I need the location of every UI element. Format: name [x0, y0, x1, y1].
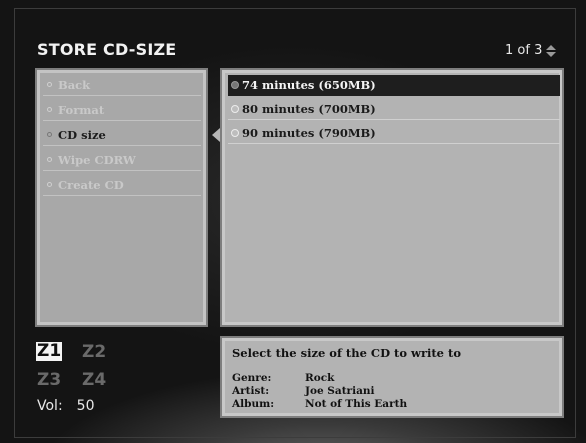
- option-label: 90 minutes (790MB): [242, 126, 376, 140]
- radio-icon: [231, 105, 239, 113]
- bullet-icon: [47, 82, 52, 87]
- artist-row: Artist: Joe Satriani: [232, 385, 375, 397]
- volume-value: 50: [76, 398, 95, 414]
- options-panel: 74 minutes (650MB) 80 minutes (700MB) 90…: [220, 68, 564, 327]
- zone-z2[interactable]: Z2: [82, 342, 106, 362]
- radio-icon: [231, 129, 239, 137]
- info-description: Select the size of the CD to write to: [232, 346, 461, 360]
- menu-item-label: Back: [58, 77, 91, 92]
- bullet-icon: [47, 107, 52, 112]
- menu-item-wipe-cdrw[interactable]: Wipe CDRW: [43, 149, 201, 171]
- menu-item-format[interactable]: Format: [43, 99, 201, 121]
- menu-panel: Back Format CD size Wipe CDRW Create CD: [35, 68, 208, 327]
- info-panel: Select the size of the CD to write to Ge…: [220, 336, 564, 418]
- album-row: Album: Not of This Earth: [232, 398, 407, 410]
- option-label: 80 minutes (700MB): [242, 102, 376, 116]
- zone-z3[interactable]: Z3: [37, 370, 61, 390]
- volume-label: Vol:: [37, 398, 63, 414]
- album-value: Not of This Earth: [305, 398, 408, 410]
- bullet-icon: [47, 157, 52, 162]
- option-74-minutes[interactable]: 74 minutes (650MB): [228, 75, 560, 96]
- genre-label: Genre:: [232, 372, 272, 384]
- page-indicator[interactable]: 1 of 3: [505, 43, 557, 58]
- option-label: 74 minutes (650MB): [242, 78, 376, 92]
- menu-item-label: Wipe CDRW: [58, 152, 136, 167]
- bullet-icon: [47, 182, 52, 187]
- genre-row: Genre: Rock: [232, 372, 334, 384]
- pointer-arrow-icon: [212, 128, 220, 142]
- zone-z1[interactable]: Z1: [36, 342, 63, 361]
- menu-item-label: Create CD: [58, 177, 124, 192]
- album-label: Album:: [232, 398, 275, 410]
- bullet-icon: [47, 132, 52, 137]
- zone-z4[interactable]: Z4: [82, 370, 106, 390]
- radio-icon: [231, 81, 239, 89]
- option-80-minutes[interactable]: 80 minutes (700MB): [228, 99, 560, 120]
- menu-item-back[interactable]: Back: [43, 74, 201, 96]
- page-indicator-text: 1 of 3: [505, 43, 543, 58]
- artist-value: Joe Satriani: [305, 385, 375, 397]
- menu-item-label: Format: [58, 102, 105, 117]
- option-90-minutes[interactable]: 90 minutes (790MB): [228, 123, 560, 144]
- page-title: STORE CD-SIZE: [37, 40, 177, 59]
- genre-value: Rock: [305, 372, 335, 384]
- menu-item-label: CD size: [58, 127, 106, 142]
- volume-display: Vol: 50: [37, 398, 95, 414]
- menu-item-cd-size[interactable]: CD size: [43, 124, 201, 146]
- artist-label: Artist:: [232, 385, 270, 397]
- menu-item-create-cd[interactable]: Create CD: [43, 174, 201, 196]
- up-down-arrows-icon[interactable]: [546, 44, 557, 57]
